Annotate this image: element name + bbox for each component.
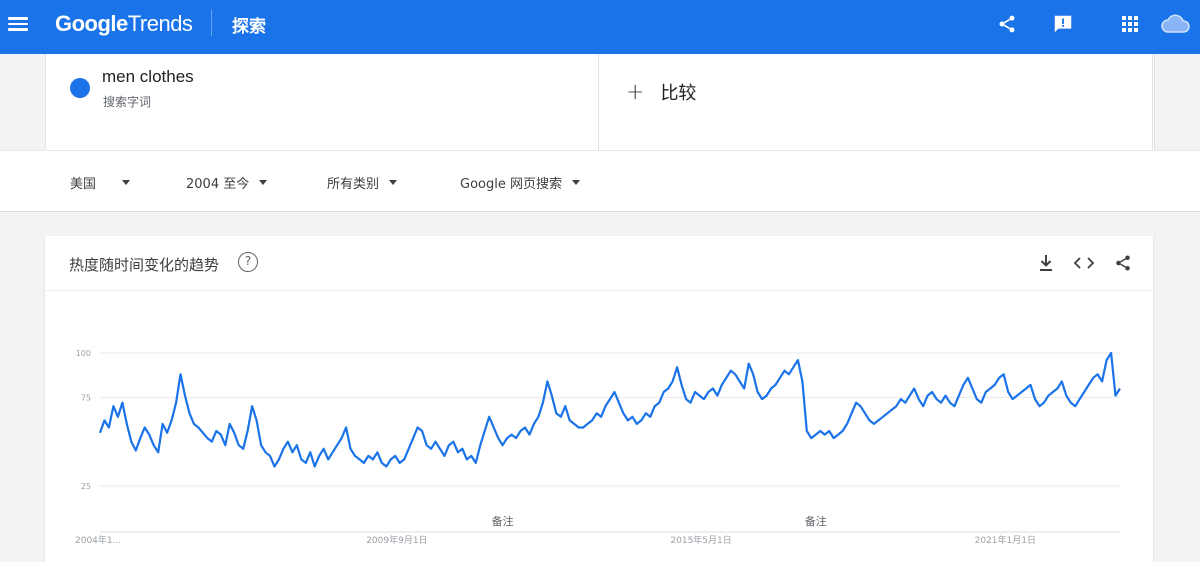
x-tick-label: 2004年1... bbox=[75, 534, 121, 546]
menu-icon[interactable] bbox=[8, 14, 28, 34]
feedback-icon[interactable] bbox=[1050, 11, 1076, 37]
compare-label: 比较 bbox=[660, 83, 697, 104]
chevron-down-icon bbox=[122, 180, 131, 185]
series-line-men-clothes bbox=[98, 351, 1121, 468]
x-tick-label: 2015年5月1日 bbox=[670, 534, 731, 546]
y-tick-label: 75 bbox=[81, 393, 91, 402]
filter-time-label: 2004 至今 bbox=[186, 177, 250, 192]
x-tick-label: 2021年1月1日 bbox=[975, 534, 1036, 546]
plus-icon: + bbox=[626, 79, 645, 105]
annotation-label: 备注 bbox=[492, 514, 514, 528]
interest-over-time-card: 热度随时间变化的趋势 ? 100 75 25 2004年1... 2009年9月1日 20… bbox=[45, 236, 1153, 562]
filter-category-label: 所有类别 bbox=[327, 177, 380, 192]
chevron-down-icon bbox=[571, 180, 580, 185]
filter-search-type-label: Google 网页搜索 bbox=[460, 177, 562, 192]
term-divider-right bbox=[1152, 54, 1153, 150]
logo-google-text: Google bbox=[55, 11, 128, 36]
filter-time-range[interactable]: 2004 至今 bbox=[186, 173, 268, 192]
share-icon[interactable] bbox=[994, 11, 1020, 37]
term-divider bbox=[598, 54, 599, 150]
account-cloud-icon[interactable] bbox=[1160, 11, 1192, 37]
header-divider bbox=[211, 10, 212, 36]
google-trends-logo[interactable]: GoogleTrends bbox=[55, 11, 193, 37]
filter-region-label: 美国 bbox=[70, 177, 97, 192]
filter-search-type[interactable]: Google 网页搜索 bbox=[460, 173, 580, 192]
search-term-card: men clothes 搜索字词 + 比较 bbox=[45, 54, 1155, 150]
filter-region[interactable]: 美国 bbox=[70, 173, 131, 192]
y-tick-label: 25 bbox=[81, 482, 91, 491]
chevron-down-icon bbox=[259, 180, 268, 185]
annotation-label: 备注 bbox=[805, 514, 827, 528]
filter-category[interactable]: 所有类别 bbox=[327, 173, 398, 192]
filter-bar: 美国 2004 至今 所有类别 Google 网页搜索 bbox=[0, 150, 1200, 212]
top-app-bar: GoogleTrends 探索 bbox=[0, 0, 1200, 54]
page-title: 探索 bbox=[232, 17, 266, 37]
logo-trends-text: Trends bbox=[127, 11, 193, 36]
compare-button[interactable]: + 比较 bbox=[626, 79, 696, 105]
y-tick-label: 100 bbox=[76, 349, 91, 358]
trend-line-chart: 100 75 25 2004年1... 2009年9月1日 2015年5月1日 2021年1… bbox=[75, 349, 1121, 546]
x-tick-label: 2009年9月1日 bbox=[366, 534, 427, 546]
search-term-name[interactable]: men clothes bbox=[102, 67, 194, 87]
search-term-type: 搜索字词 bbox=[103, 95, 152, 109]
term-color-dot bbox=[70, 78, 90, 98]
apps-grid-icon[interactable] bbox=[1117, 11, 1143, 37]
chevron-down-icon bbox=[389, 180, 398, 185]
